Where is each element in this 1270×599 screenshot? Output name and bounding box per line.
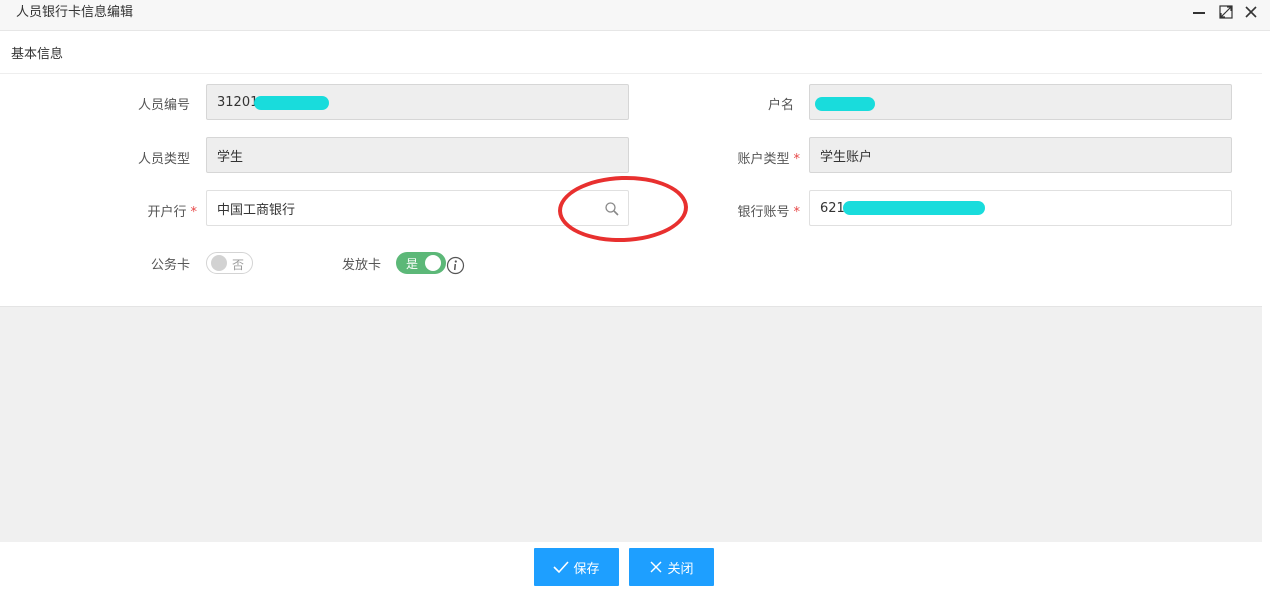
person-type-label: 人员类型 xyxy=(137,152,190,167)
close-button-label: 关闭 xyxy=(667,561,694,577)
redaction-mark xyxy=(843,201,985,215)
save-button-label: 保存 xyxy=(573,561,600,577)
close-button[interactable]: 关闭 xyxy=(629,548,714,586)
save-button[interactable]: 保存 xyxy=(534,548,619,586)
account-type-value: 学生账户 xyxy=(820,149,873,165)
switch-state-text: 否 xyxy=(232,258,245,272)
official-card-switch[interactable]: 否 xyxy=(206,252,253,274)
bank-field[interactable]: 中国工商银行 xyxy=(206,190,629,226)
person-type-value: 学生 xyxy=(217,149,244,165)
x-icon xyxy=(650,561,662,573)
minimize-icon[interactable] xyxy=(1190,3,1208,21)
scrollbar-track xyxy=(1262,31,1270,542)
required-mark: * xyxy=(793,152,801,167)
content-panel xyxy=(0,306,1262,543)
maximize-icon[interactable] xyxy=(1217,3,1235,21)
switch-state-text: 是 xyxy=(406,257,419,271)
search-icon[interactable] xyxy=(604,201,620,221)
section-title: 基本信息 xyxy=(11,47,64,62)
bank-label: 开户行 * xyxy=(147,205,198,220)
redaction-mark xyxy=(815,97,875,111)
redaction-mark xyxy=(254,96,329,110)
person-id-value: 31201 xyxy=(217,94,259,110)
bank-account-label: 银行账号 * xyxy=(737,205,801,220)
check-icon xyxy=(553,561,570,574)
bank-value: 中国工商银行 xyxy=(217,202,296,218)
account-type-label: 账户类型 * xyxy=(737,152,801,167)
section-header: 基本信息 xyxy=(0,31,1262,74)
dialog-titlebar: 人员银行卡信息编辑 xyxy=(0,0,1270,31)
account-type-field[interactable]: 学生账户 xyxy=(809,137,1232,173)
switch-knob xyxy=(425,255,441,271)
required-mark: * xyxy=(793,205,801,220)
account-name-label: 户名 xyxy=(767,98,794,113)
switch-knob xyxy=(211,255,227,271)
person-type-field[interactable]: 学生 xyxy=(206,137,629,173)
dialog-title: 人员银行卡信息编辑 xyxy=(16,5,134,20)
close-icon[interactable] xyxy=(1242,3,1260,21)
bank-account-value: 621 xyxy=(820,200,845,216)
issue-card-switch[interactable]: 是 xyxy=(396,252,446,274)
issue-card-label: 发放卡 xyxy=(341,258,381,273)
info-icon[interactable] xyxy=(446,256,465,279)
required-mark: * xyxy=(190,205,198,220)
person-id-label: 人员编号 xyxy=(137,98,190,113)
dialog-footer: 保存 关闭 xyxy=(0,542,1270,599)
official-card-label: 公务卡 xyxy=(150,258,190,273)
